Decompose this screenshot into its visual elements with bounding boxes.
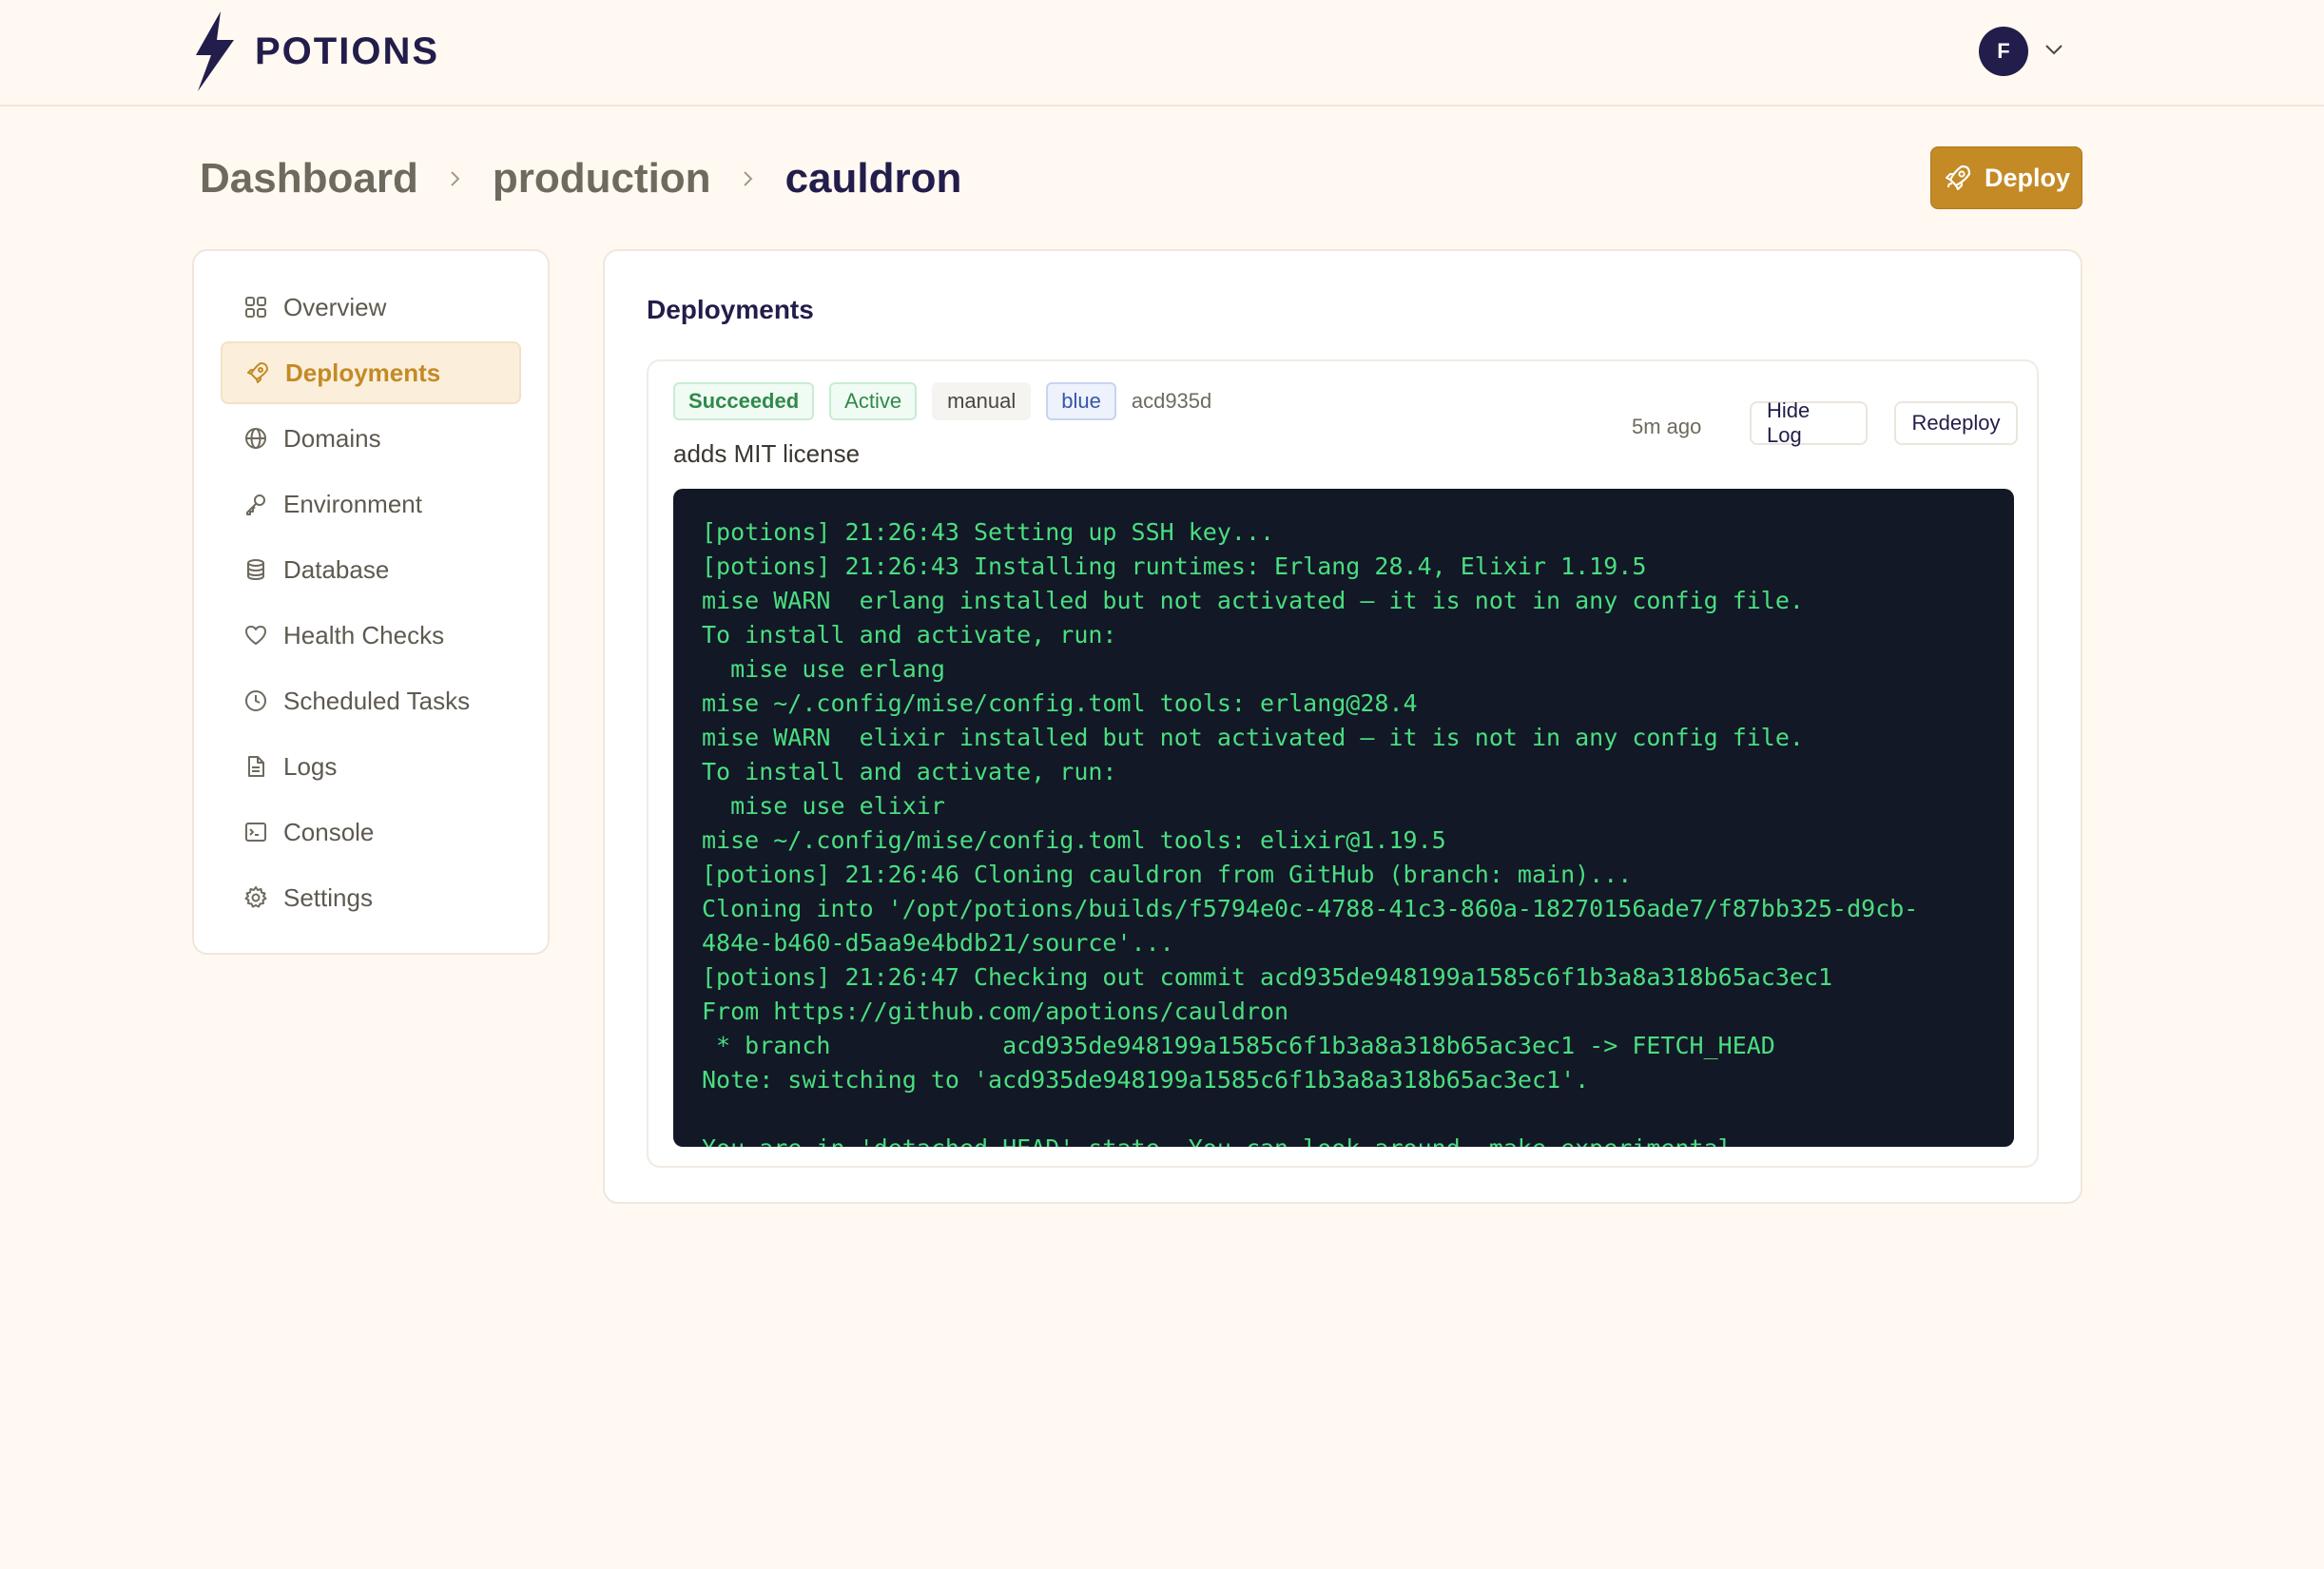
commit-sha: acd935d: [1131, 389, 1212, 413]
key-icon: [246, 494, 265, 515]
breadcrumb-production[interactable]: production: [493, 155, 711, 203]
logo[interactable]: POTIONS: [192, 11, 439, 91]
avatar-initial: F: [1997, 39, 2010, 63]
heart-icon: [245, 626, 266, 645]
log-line: * branch acd935de948199a1585c6f1b3a8a318…: [702, 1032, 1775, 1059]
log-line: [potions] 21:26:47 Checking out commit a…: [702, 963, 1833, 991]
chevron-right-icon: [451, 171, 460, 186]
trigger-badge: manual: [932, 382, 1032, 420]
sidebar-item-domains[interactable]: Domains: [221, 407, 521, 470]
state-badge: Active: [829, 382, 918, 420]
sidebar-item-settings[interactable]: Settings: [221, 866, 521, 929]
redeploy-button[interactable]: Redeploy: [1894, 401, 2018, 445]
log-line: You are in 'detached HEAD' state. You ca…: [702, 1132, 1985, 1147]
sidebar-item-database[interactable]: Database: [221, 538, 521, 601]
log-line: [potions] 21:26:46 Cloning cauldron from…: [702, 861, 1633, 888]
sidebar-item-label: Deployments: [285, 358, 441, 387]
brand-name: POTIONS: [255, 29, 440, 72]
chevron-right-icon: [743, 171, 752, 186]
sidebar-item-label: Environment: [283, 489, 422, 518]
sidebar-item-label: Settings: [283, 882, 373, 912]
section-title: Deployments: [647, 295, 814, 324]
slot-badge: blue: [1046, 382, 1116, 420]
sidebar-item-console[interactable]: Console: [221, 801, 521, 863]
sidebar-item-logs[interactable]: Logs: [221, 735, 521, 798]
file-icon: [248, 756, 264, 777]
deploy-button-label: Deploy: [1984, 163, 2071, 192]
sidebar-item-label: Database: [283, 554, 390, 584]
database-icon: [247, 559, 264, 581]
sidebar-item-health-checks[interactable]: Health Checks: [221, 604, 521, 667]
terminal-icon: [245, 823, 266, 842]
log-line: From https://github.com/apotions/cauldro…: [702, 998, 1289, 1025]
rocket-icon: [247, 362, 268, 383]
sidebar-item-deployments[interactable]: Deployments: [221, 341, 521, 404]
deploy-button[interactable]: Deploy: [1930, 146, 2082, 209]
log-line: To install and activate, run:: [702, 621, 1117, 649]
log-line: [potions] 21:26:43 Installing runtimes: …: [702, 552, 1647, 580]
deployment-card: Succeeded Active manual blue acd935d add…: [647, 359, 2039, 1168]
log-line: mise ~/.config/mise/config.toml tools: e…: [702, 689, 1418, 717]
breadcrumb-dashboard[interactable]: Dashboard: [200, 155, 418, 203]
log-line: mise use erlang: [702, 655, 945, 683]
log-line: mise use elixir: [702, 792, 945, 820]
deployment-log[interactable]: [potions] 21:26:43 Setting up SSH key...…: [673, 489, 2014, 1147]
log-line: Cloning into '/opt/potions/builds/f5794e…: [702, 895, 1919, 922]
log-line: To install and activate, run:: [702, 758, 1117, 785]
commit-message: adds MIT license: [673, 439, 861, 468]
avatar[interactable]: F: [1979, 27, 2028, 76]
deployment-tags: Succeeded Active manual blue acd935d: [673, 382, 1211, 420]
deployment-time: 5m ago: [1632, 415, 1702, 438]
sidebar-item-scheduled-tasks[interactable]: Scheduled Tasks: [221, 669, 521, 732]
log-line: [potions] 21:26:43 Setting up SSH key...: [702, 518, 1275, 546]
hide-log-button[interactable]: Hide Log: [1750, 398, 1868, 447]
log-line: mise ~/.config/mise/config.toml tools: e…: [702, 826, 1446, 854]
deployments-panel: Deployments Succeeded Active manual blue…: [603, 249, 2082, 1204]
sidebar-item-label: Health Checks: [283, 620, 445, 649]
breadcrumb: Dashboard production cauldron: [200, 150, 961, 207]
sidebar-item-label: Scheduled Tasks: [283, 686, 471, 715]
log-line: mise WARN erlang installed but not activ…: [702, 587, 1804, 614]
rocket-icon: [1945, 165, 1971, 190]
log-line: 484e-b460-d5aa9e4bdb21/source'...: [702, 929, 1174, 957]
sidebar-item-label: Domains: [283, 423, 381, 453]
sidebar: Overview Deployments Domains Environment…: [192, 249, 550, 955]
sidebar-item-label: Logs: [283, 751, 338, 781]
chevron-down-icon[interactable]: [2043, 38, 2065, 61]
lightning-logo-icon: [196, 11, 234, 91]
grid-icon: [245, 297, 266, 318]
globe-icon: [245, 428, 266, 449]
sidebar-item-environment[interactable]: Environment: [221, 473, 521, 535]
sidebar-item-label: Overview: [283, 292, 387, 321]
sidebar-item-overview[interactable]: Overview: [221, 276, 521, 339]
clock-icon: [245, 690, 266, 711]
status-badge: Succeeded: [673, 382, 815, 420]
sidebar-item-label: Console: [283, 817, 375, 846]
log-line: mise WARN elixir installed but not activ…: [702, 724, 1804, 751]
gear-icon: [244, 886, 267, 908]
breadcrumb-cauldron: cauldron: [784, 155, 962, 202]
top-bar: POTIONS F: [0, 0, 2324, 107]
log-line: Note: switching to 'acd935de948199a1585c…: [702, 1066, 1590, 1094]
